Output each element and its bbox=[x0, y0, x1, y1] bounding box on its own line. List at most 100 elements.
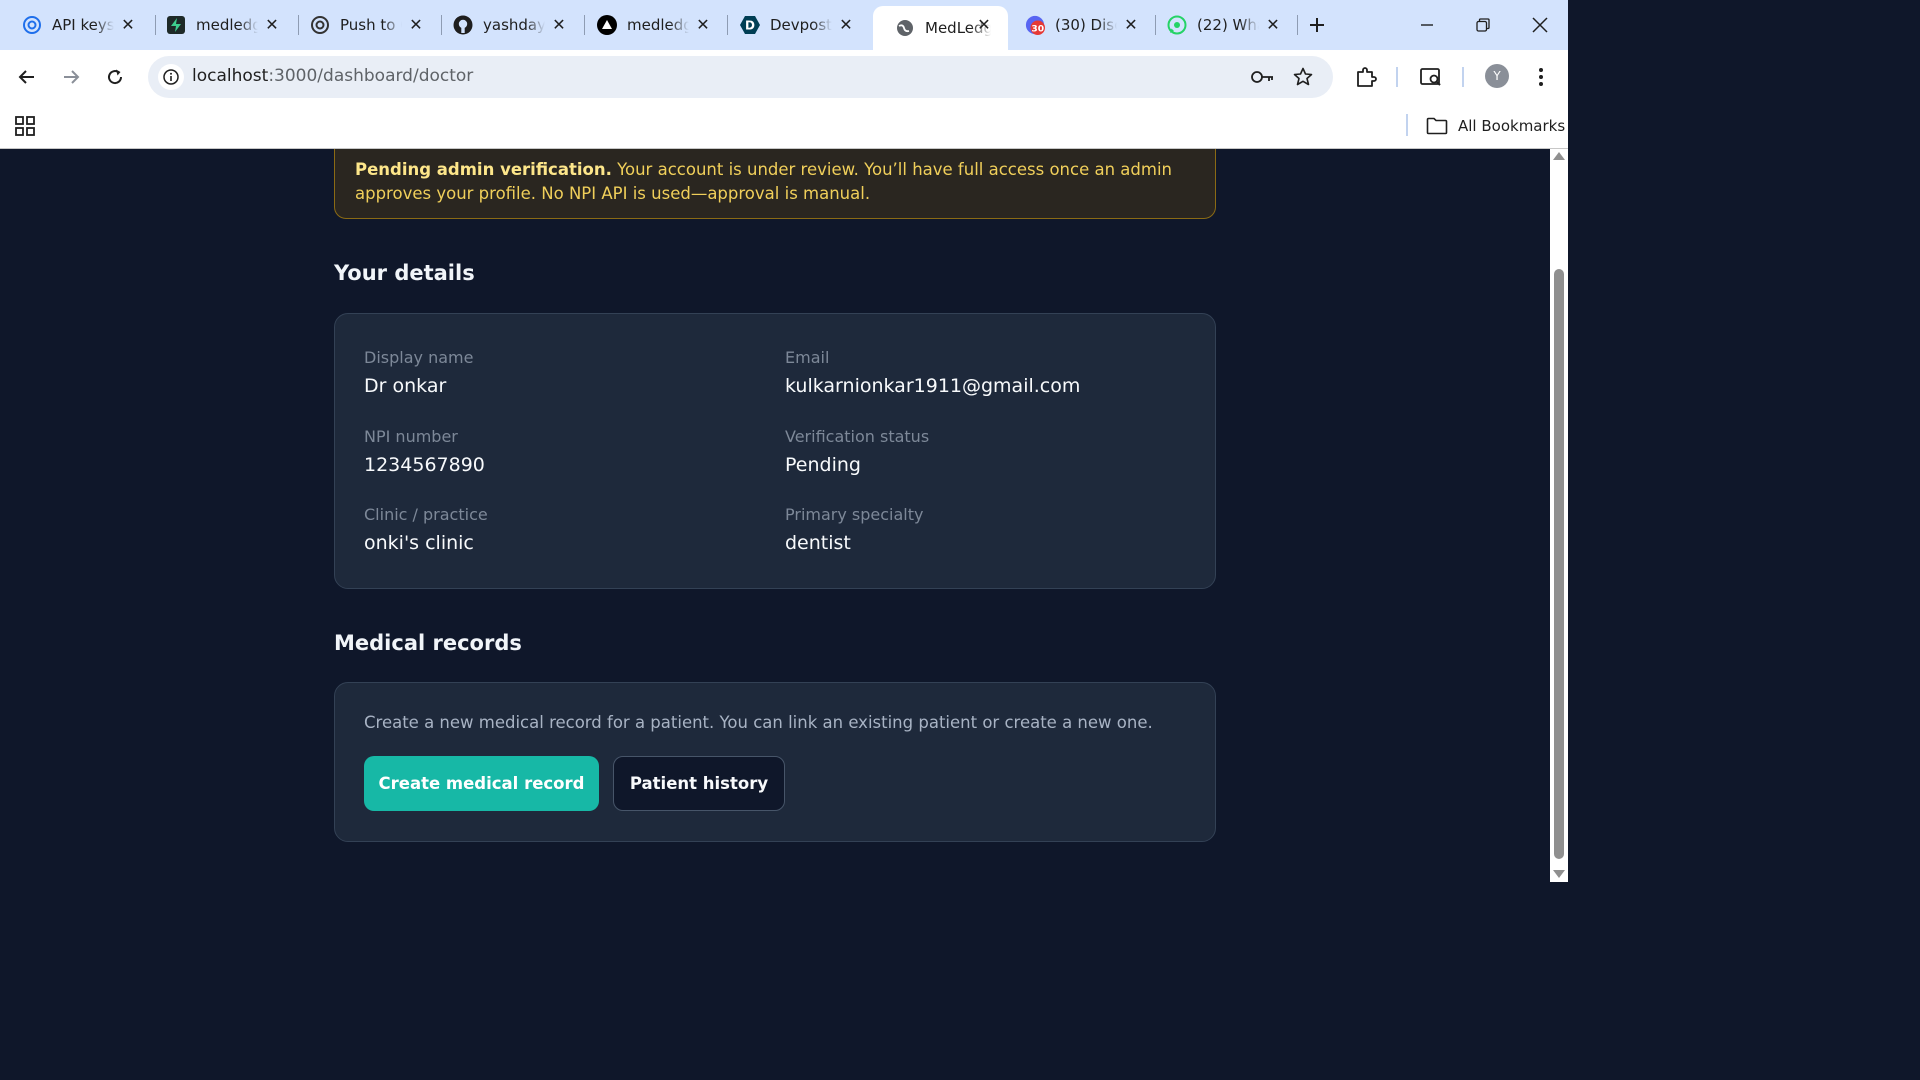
tab-title: (22) WhatsApp bbox=[1197, 16, 1259, 34]
create-medical-record-button[interactable]: Create medical record bbox=[364, 756, 599, 811]
openai-icon bbox=[310, 15, 330, 35]
new-tab-button[interactable] bbox=[1302, 10, 1332, 40]
tab-title: medledger bbox=[627, 16, 689, 34]
browser-chrome: API keys ✕ medledger ✕ Push to GitHub ✕ … bbox=[0, 0, 1568, 149]
verification-status-field: Verification status Pending bbox=[785, 427, 929, 476]
close-icon bbox=[1532, 17, 1548, 33]
tab-title: (30) Discord bbox=[1055, 16, 1117, 34]
github-icon bbox=[453, 15, 473, 35]
tab-title: yashdayma bbox=[483, 16, 545, 34]
close-window-button[interactable] bbox=[1525, 10, 1555, 40]
svg-text:30: 30 bbox=[1031, 24, 1044, 34]
field-value: 1234567890 bbox=[364, 454, 485, 476]
tab-medledger-supabase[interactable]: medledger ✕ bbox=[144, 6, 296, 44]
reload-button[interactable] bbox=[100, 62, 130, 92]
scroll-thumb[interactable] bbox=[1554, 269, 1564, 859]
medical-records-card: Create a new medical record for a patien… bbox=[334, 682, 1216, 842]
tab-push-to-github[interactable]: Push to GitHub ✕ bbox=[288, 6, 440, 44]
forward-button[interactable] bbox=[56, 62, 86, 92]
page-scrollbar[interactable] bbox=[1550, 149, 1568, 882]
email-field: Email kulkarnionkar1911@gmail.com bbox=[785, 348, 1080, 397]
display-name-field: Display name Dr onkar bbox=[364, 348, 473, 397]
password-key-icon[interactable] bbox=[1250, 64, 1276, 90]
devpost-icon: D bbox=[740, 15, 760, 35]
puzzle-icon bbox=[1357, 67, 1377, 87]
field-value: Pending bbox=[785, 454, 861, 476]
all-bookmarks-label: All Bookmarks bbox=[1458, 117, 1566, 135]
reading-mode-button[interactable] bbox=[1416, 62, 1446, 92]
details-heading: Your details bbox=[334, 261, 475, 285]
restore-icon bbox=[1476, 18, 1490, 32]
folder-icon bbox=[1426, 117, 1448, 135]
page-content: Pending admin verification. Your account… bbox=[0, 149, 1550, 882]
bookmark-star-icon[interactable] bbox=[1290, 64, 1316, 90]
minimize-icon bbox=[1421, 24, 1433, 26]
back-button[interactable] bbox=[12, 62, 42, 92]
toolbar-separator bbox=[1462, 67, 1464, 87]
site-info-icon[interactable] bbox=[158, 64, 184, 90]
close-tab-icon[interactable]: ✕ bbox=[974, 15, 994, 35]
pending-verification-banner: Pending admin verification. Your account… bbox=[334, 149, 1216, 219]
tab-title: API keys bbox=[52, 16, 114, 34]
field-label: Clinic / practice bbox=[364, 505, 488, 524]
clinic-field: Clinic / practice onki's clinic bbox=[364, 505, 488, 554]
close-tab-icon[interactable]: ✕ bbox=[1263, 15, 1283, 35]
url-text: localhost:3000/dashboard/doctor bbox=[192, 66, 474, 86]
patient-history-button[interactable]: Patient history bbox=[613, 756, 785, 811]
whatsapp-icon bbox=[1167, 15, 1187, 35]
npi-number-field: NPI number 1234567890 bbox=[364, 427, 485, 476]
specialty-field: Primary specialty dentist bbox=[785, 505, 923, 554]
svg-text:D: D bbox=[745, 19, 755, 33]
close-tab-icon[interactable]: ✕ bbox=[549, 15, 569, 35]
extensions-button[interactable] bbox=[1351, 62, 1381, 92]
field-label: NPI number bbox=[364, 427, 458, 446]
records-description: Create a new medical record for a patien… bbox=[364, 713, 1153, 732]
field-value: Dr onkar bbox=[364, 375, 447, 397]
bookmarks-separator bbox=[1406, 114, 1408, 136]
field-label: Display name bbox=[364, 348, 474, 367]
field-value: dentist bbox=[785, 532, 851, 554]
minimize-button[interactable] bbox=[1412, 10, 1442, 40]
close-tab-icon[interactable]: ✕ bbox=[118, 15, 138, 35]
tab-github[interactable]: yashdayma ✕ bbox=[431, 6, 583, 44]
close-tab-icon[interactable]: ✕ bbox=[836, 15, 856, 35]
tab-strip: API keys ✕ medledger ✕ Push to GitHub ✕ … bbox=[0, 0, 1568, 50]
address-bar[interactable]: localhost:3000/dashboard/doctor bbox=[148, 56, 1333, 98]
kebab-menu-icon bbox=[1539, 68, 1543, 86]
notice-heading: Pending admin verification. bbox=[355, 160, 612, 179]
field-label: Email bbox=[785, 348, 830, 367]
close-tab-icon[interactable]: ✕ bbox=[262, 15, 282, 35]
tab-medledger-active[interactable]: MedLedger ✕ bbox=[873, 6, 1008, 50]
close-tab-icon[interactable]: ✕ bbox=[1121, 15, 1141, 35]
tab-api-keys[interactable]: API keys ✕ bbox=[0, 6, 152, 44]
medical-records-heading: Medical records bbox=[334, 631, 522, 655]
profile-avatar[interactable]: Y bbox=[1485, 64, 1509, 88]
tab-whatsapp[interactable]: (22) WhatsApp ✕ bbox=[1145, 6, 1297, 44]
discord-badge-icon: 30 bbox=[1025, 15, 1045, 35]
plus-icon bbox=[1310, 18, 1324, 32]
openai-icon bbox=[22, 15, 42, 35]
arrow-left-icon bbox=[18, 70, 34, 84]
tab-separator bbox=[1297, 15, 1298, 35]
close-tab-icon[interactable]: ✕ bbox=[693, 15, 713, 35]
field-label: Primary specialty bbox=[785, 505, 924, 524]
all-bookmarks-button[interactable]: All Bookmarks bbox=[1426, 112, 1565, 140]
tab-devpost[interactable]: D Devpost ✕ bbox=[718, 6, 870, 44]
close-tab-icon[interactable]: ✕ bbox=[406, 15, 426, 35]
apps-grid-icon[interactable] bbox=[14, 115, 36, 137]
arrow-right-icon bbox=[64, 70, 80, 84]
details-card: Display name Dr onkar Email kulkarnionka… bbox=[334, 313, 1216, 589]
field-value: kulkarnionkar1911@gmail.com bbox=[785, 375, 1081, 397]
tab-search-icon bbox=[1420, 68, 1441, 86]
tab-discord[interactable]: 30 (30) Discord ✕ bbox=[1003, 6, 1155, 44]
scroll-down-arrow-icon[interactable] bbox=[1553, 870, 1565, 878]
menu-button[interactable] bbox=[1526, 62, 1556, 92]
supabase-icon bbox=[166, 15, 186, 35]
scroll-up-arrow-icon[interactable] bbox=[1553, 152, 1565, 160]
tab-medledger-vercel[interactable]: medledger ✕ bbox=[575, 6, 727, 44]
restore-button[interactable] bbox=[1468, 10, 1498, 40]
globe-icon bbox=[895, 18, 915, 38]
vercel-icon bbox=[597, 15, 617, 35]
tab-title: medledger bbox=[196, 16, 258, 34]
field-label: Verification status bbox=[785, 427, 930, 446]
